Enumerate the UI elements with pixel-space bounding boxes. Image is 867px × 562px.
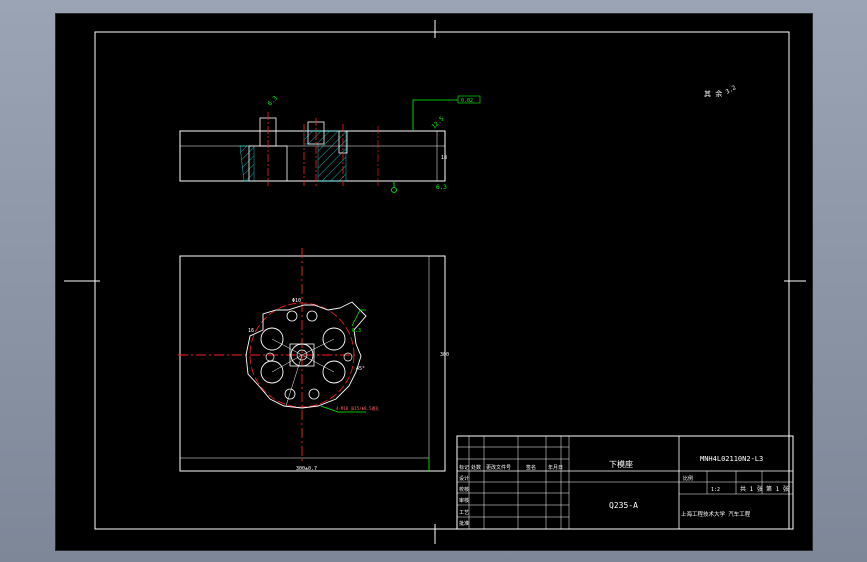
roughness-callout-top: 6.3 (266, 95, 279, 108)
dim-bottom-text: 300±0.7 (296, 466, 317, 472)
dim-label-hole: Φ10 (292, 298, 301, 304)
scale-label: 比例 (683, 475, 693, 482)
tb-header-1: 标记 (459, 464, 469, 471)
bolt-spec-text: 4-M10 深15/Φ8.5通孔 (336, 405, 379, 411)
dim-height-text: 18 (441, 155, 447, 161)
pin-hole-bottom-right (308, 388, 320, 400)
sheet-count: 共 1 张 (740, 485, 763, 493)
roughness-value: 3.2 (725, 84, 738, 96)
inner-border (94, 31, 790, 530)
part-name: 下模座 (609, 459, 633, 469)
scale-value: 1:2 (711, 487, 720, 493)
cad-canvas: 其 余 3.2 18 0.02 6.3 12.5 6.3 300 300±0.7… (64, 20, 806, 544)
roughness-callout-side: 12.5 (430, 115, 445, 130)
tb-header-5: 年月日 (548, 464, 563, 471)
dim-label-slot: 16 (248, 328, 254, 334)
section-hatch-left (239, 145, 255, 182)
roughness-callout-bottom: 6.3 (436, 184, 447, 191)
tb-header-4: 签名 (526, 464, 536, 471)
datum-symbol (391, 187, 397, 193)
radial-4 (301, 354, 335, 373)
tb-row-2: 校核 (459, 486, 469, 493)
drawing-number: MNH4L02110N2-L3 (700, 455, 763, 463)
dim-label-angle: 45° (356, 366, 365, 372)
tb-row-3: 审核 (459, 497, 469, 504)
roughness-plan: 6.3 (352, 328, 361, 334)
roughness-note: 其 余 (704, 89, 722, 98)
pin-hole-top-right (306, 310, 318, 322)
title-block: 标记 处数 更改文件号 签名 年月日 设计 校核 审核 工艺 批准 下模座 Q2… (456, 435, 794, 530)
tb-header-2: 处数 (471, 464, 481, 471)
radial-2 (301, 338, 335, 356)
tb-header-3: 更改文件号 (486, 464, 511, 471)
radial-1 (271, 338, 303, 356)
sheet-number: 第 1 张 (766, 485, 789, 493)
school-text: 上海工程技术大学 汽车工程 (681, 510, 751, 518)
section-hatch-center (303, 130, 347, 182)
tb-row-5: 批准 (459, 520, 469, 527)
material: Q235-A (609, 501, 638, 510)
flatness-text: 0.02 (461, 98, 473, 104)
plan-view-outline (179, 255, 446, 472)
tb-row-1: 设计 (459, 475, 469, 482)
plan-view: 300 300±0.7 16 Φ10 45° 4-M10 深15/Φ8.5通孔 … (178, 248, 449, 472)
tb-row-4: 工艺 (459, 510, 469, 516)
pin-hole-left (265, 352, 275, 362)
dim-right-text: 300 (440, 352, 449, 358)
front-view: 18 0.02 6.3 12.5 6.3 (179, 95, 481, 193)
drawing-sheet: 其 余 3.2 18 0.02 6.3 12.5 6.3 300 300±0.7… (55, 13, 813, 551)
pin-hole-right (343, 352, 353, 362)
pin-hole-top-left (286, 310, 298, 322)
